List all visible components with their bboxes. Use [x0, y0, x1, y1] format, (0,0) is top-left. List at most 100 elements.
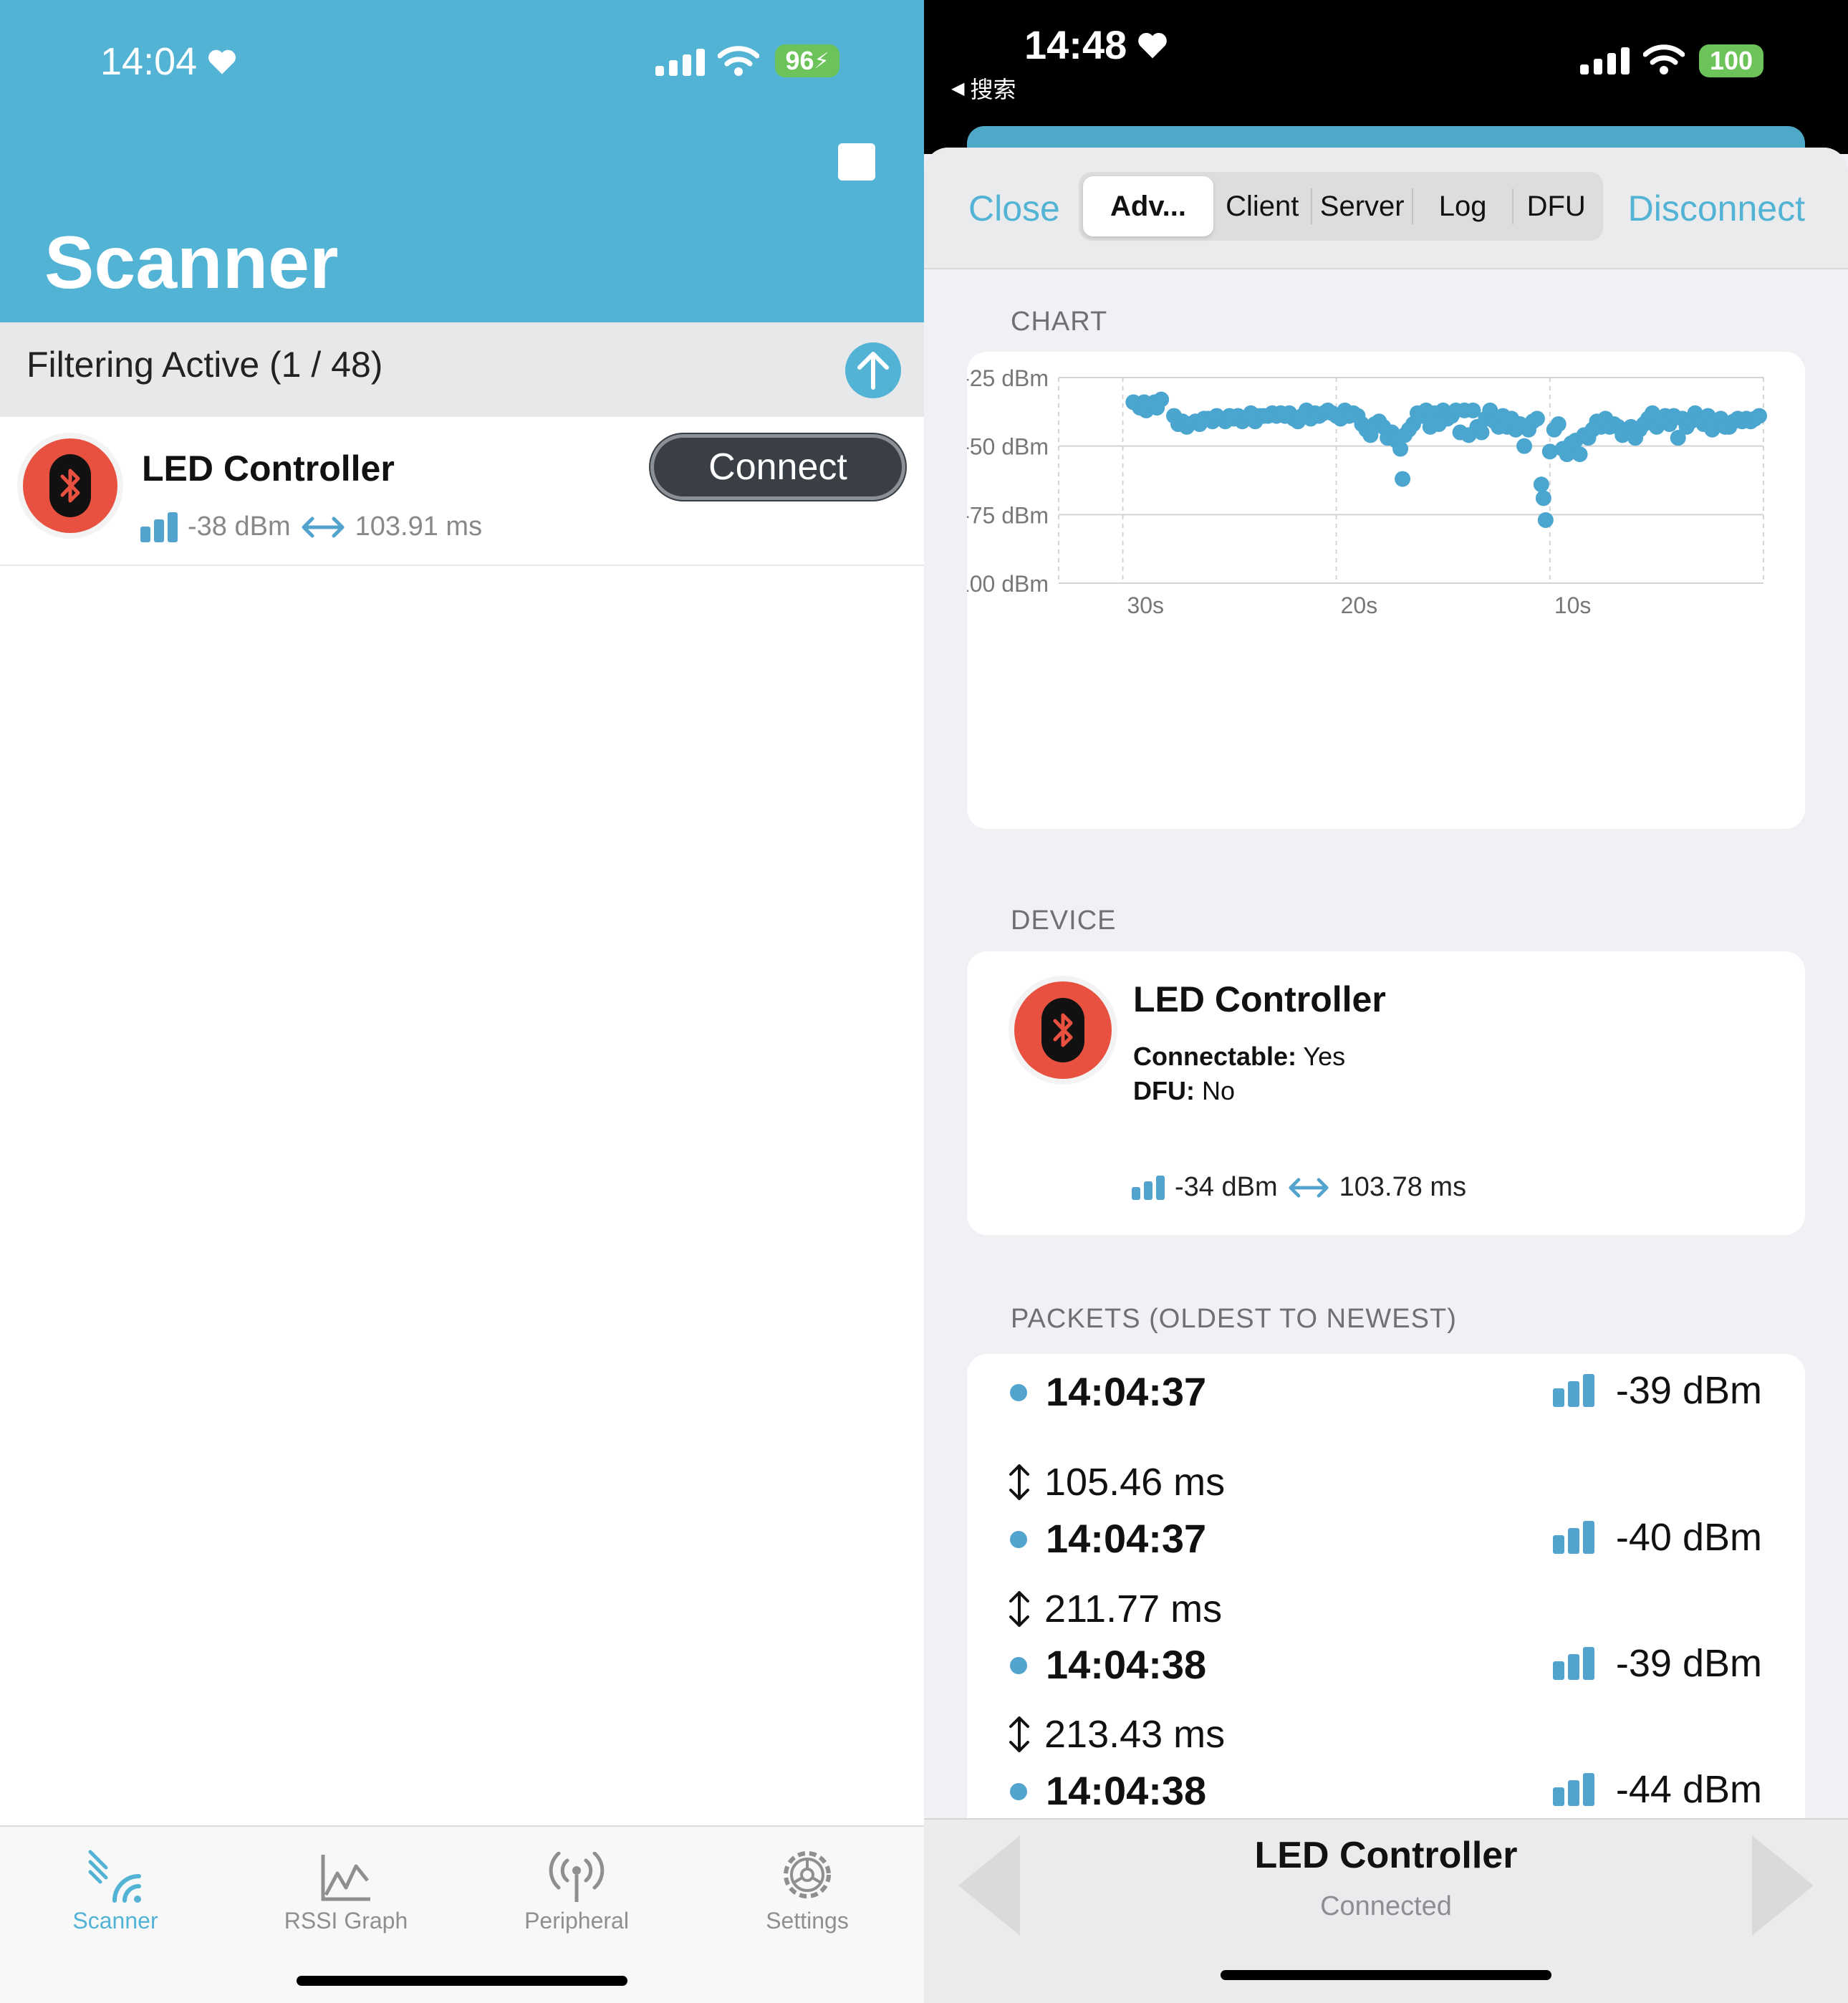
segment-server[interactable]: Server — [1312, 176, 1411, 236]
packet-interval-value: 105.46 ms — [1044, 1461, 1226, 1504]
footer-device-name: LED Controller — [1254, 1835, 1518, 1876]
dfu-key: DFU: — [1133, 1076, 1195, 1105]
peripheral-icon — [549, 1852, 605, 1902]
segment-dfu[interactable]: DFU — [1513, 176, 1599, 236]
chart-data-point — [1537, 511, 1554, 528]
chart-section-label: CHART — [1011, 307, 1108, 337]
battery-indicator: 100 — [1699, 44, 1763, 77]
dfu-value: No — [1194, 1076, 1236, 1105]
device-info-card: LED Controller Connectable: Yes DFU: No … — [967, 951, 1805, 1235]
scanner-screen: 14:04 96 ⚡ Scanner Filtering Active (1 / … — [0, 0, 924, 2003]
packet-item: 14:04:38 -44 dBm — [967, 1756, 1805, 1827]
back-to-app-label: 搜索 — [970, 77, 1016, 102]
device-avatar — [1009, 976, 1117, 1085]
device-detail-screen: 14:48 ◀ 搜索 100 Close Adv... Client Serve… — [924, 0, 1848, 2003]
packets-card: 14:04:37 -39 dBm 105.46 ms 14:04:37 -40 … — [967, 1354, 1805, 1855]
tab-bar: Scanner RSSI Graph Peripheral Settings — [0, 1825, 924, 2003]
scanner-icon — [88, 1850, 141, 1903]
bluetooth-icon — [1053, 1013, 1073, 1047]
device-avatar — [17, 433, 123, 539]
stop-scan-button[interactable] — [838, 143, 875, 181]
segment-client[interactable]: Client — [1213, 176, 1311, 236]
device-metrics: -38 dBm 103.91 ms — [140, 511, 482, 542]
interval-vertical-arrows-icon — [1009, 1716, 1029, 1752]
segment-adv[interactable]: Adv... — [1083, 176, 1213, 236]
status-time: 14:48 — [1024, 21, 1168, 68]
packet-bullet — [1010, 1657, 1027, 1674]
cellular-signal-icon — [1580, 47, 1630, 75]
interval-arrows-icon — [1289, 1177, 1329, 1198]
disconnect-button[interactable]: Disconnect — [1628, 188, 1805, 229]
signal-bars-icon — [1552, 1773, 1594, 1806]
device-interval: 103.78 ms — [1339, 1172, 1467, 1202]
packet-rssi: -40 dBm — [1552, 1515, 1762, 1560]
battery-level: 96 — [785, 46, 814, 75]
filter-status-text: Filtering Active (1 / 48) — [27, 345, 383, 385]
interval-arrows-icon — [302, 517, 345, 537]
packet-interval: 213.43 ms — [1007, 1712, 1225, 1757]
wifi-icon — [718, 46, 759, 76]
interval-vertical-arrows-icon — [1009, 1591, 1029, 1627]
packet-interval-value: 213.43 ms — [1044, 1713, 1226, 1756]
packet-item: 14:04:37 -39 dBm — [967, 1357, 1805, 1428]
chart-data-point — [1533, 476, 1549, 493]
packet-time: 14:04:38 — [1046, 1768, 1207, 1813]
scroll-up-button[interactable] — [845, 342, 901, 398]
chart-data-point — [1751, 408, 1768, 424]
status-time-text: 14:48 — [1024, 22, 1127, 67]
connectable-key: Connectable: — [1133, 1042, 1297, 1071]
segment-log[interactable]: Log — [1413, 176, 1512, 236]
signal-bars-icon — [140, 511, 178, 542]
chart-y-tick-label: -75 dBm — [967, 502, 1049, 528]
back-to-app-link[interactable]: ◀ 搜索 — [951, 72, 1016, 105]
packet-rssi: -44 dBm — [1552, 1767, 1762, 1812]
chart-data-point — [1473, 424, 1490, 441]
packet-bullet — [1010, 1384, 1027, 1401]
device-section-label: DEVICE — [1011, 906, 1117, 936]
packet-rssi-value: -40 dBm — [1615, 1516, 1762, 1559]
connect-button[interactable]: Connect — [650, 434, 905, 500]
packet-item: 14:04:37 -40 dBm — [967, 1504, 1805, 1575]
status-time-text: 14:04 — [100, 40, 198, 83]
chart-data-point — [1516, 438, 1533, 454]
tab-peripheral[interactable]: Peripheral — [461, 1827, 692, 1934]
tab-rssi-graph[interactable]: RSSI Graph — [231, 1827, 461, 1934]
chart-x-tick-label: 20s — [1341, 592, 1378, 618]
packet-rssi: -39 dBm — [1552, 1641, 1762, 1686]
packet-time: 14:04:37 — [1046, 1369, 1207, 1414]
tab-scanner[interactable]: Scanner — [0, 1827, 231, 1934]
chart-data-point — [1395, 471, 1411, 487]
arrow-up-icon — [857, 352, 889, 390]
chart-data-point — [1572, 446, 1588, 463]
packet-item: 14:04:38 -39 dBm — [967, 1630, 1805, 1701]
chart-y-tick-label: -25 dBm — [967, 365, 1049, 391]
device-metrics: -34 dBm 103.78 ms — [1132, 1172, 1466, 1203]
device-list-item[interactable]: LED Controller -38 dBm 103.91 ms Connect — [0, 417, 924, 566]
signal-bars-icon — [1132, 1175, 1165, 1200]
close-button[interactable]: Close — [968, 188, 1060, 229]
scanner-header: 14:04 96 ⚡ Scanner — [0, 0, 924, 322]
chart-x-tick-label: 30s — [1127, 592, 1164, 618]
packets-section-label: PACKETS (OLDEST TO NEWEST) — [1011, 1304, 1457, 1334]
tab-settings[interactable]: Settings — [692, 1827, 923, 1934]
packet-interval-value: 211.77 ms — [1044, 1587, 1223, 1630]
packet-rssi-value: -39 dBm — [1615, 1642, 1762, 1685]
tab-peripheral-label: Peripheral — [524, 1908, 629, 1934]
device-sheet: Close Adv... Client Server Log DFU Disco… — [924, 148, 1848, 2003]
connection-footer: LED Controller Connected — [924, 1818, 1848, 2003]
packet-bullet — [1010, 1783, 1027, 1800]
device-name: LED Controller — [1133, 979, 1386, 1019]
status-time: 14:04 — [100, 39, 237, 84]
packet-interval: 211.77 ms — [1007, 1587, 1222, 1631]
home-indicator — [1221, 1970, 1551, 1980]
connectable-value: Yes — [1296, 1042, 1346, 1071]
chart-data-point — [1392, 441, 1409, 457]
dfu-line: DFU: No — [1133, 1076, 1235, 1106]
chart-y-tick-label: -50 dBm — [967, 434, 1049, 460]
footer-connection-status: Connected — [1320, 1891, 1452, 1921]
interval-vertical-arrows-icon — [1009, 1464, 1029, 1500]
signal-bars-icon — [1552, 1521, 1594, 1554]
next-device-arrow-icon[interactable] — [1752, 1835, 1814, 1936]
chart-data-point — [1529, 410, 1545, 427]
filter-bar[interactable]: Filtering Active (1 / 48) — [0, 322, 924, 417]
